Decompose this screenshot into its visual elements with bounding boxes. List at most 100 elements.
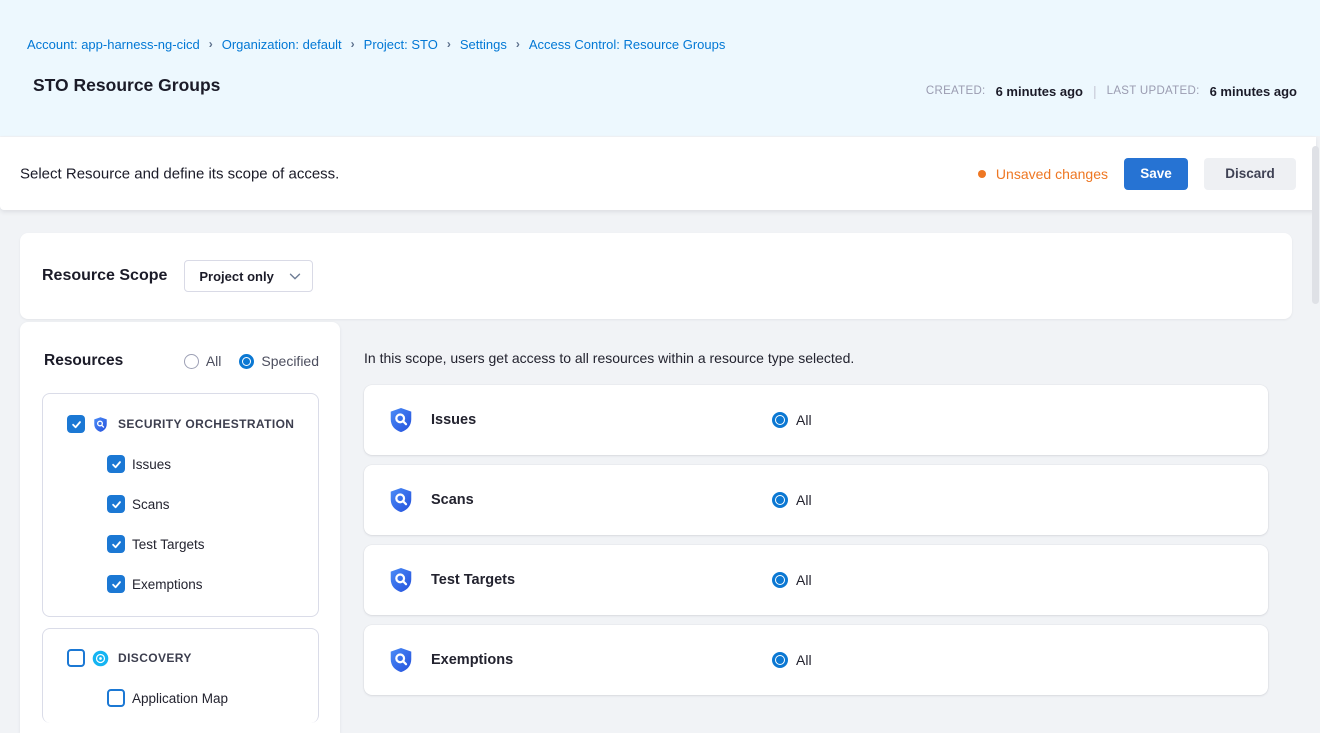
resource-groups-page: Account: app-harness-ng-cicd › Organizat… [0, 0, 1320, 733]
toolbar-description: Select Resource and define its scope of … [20, 165, 339, 182]
resource-row-inner: Issues All [364, 385, 1268, 455]
row-access-label[interactable]: All [796, 652, 812, 668]
group-label-discovery[interactable]: DISCOVERY [118, 651, 192, 665]
resources-panel-header: Resources All Specified [44, 352, 319, 370]
breadcrumb-access-control[interactable]: Access Control: Resource Groups [529, 37, 726, 52]
resource-row-inner: Exemptions All [364, 625, 1268, 695]
resource-scope-selected-value: Project only [199, 269, 273, 284]
radio-specified-label[interactable]: Specified [261, 353, 319, 369]
check-icon [111, 499, 122, 510]
save-button[interactable]: Save [1124, 158, 1188, 190]
resources-panel: Resources All Specified [20, 322, 340, 733]
created-label: CREATED: [926, 85, 986, 97]
sto-shield-icon [387, 566, 415, 594]
resource-scope-label: Resource Scope [42, 267, 167, 285]
unsaved-dot-icon [978, 170, 986, 178]
resource-scope-dropdown[interactable]: Project only [184, 260, 313, 292]
scope-info-text: In this scope, users get access to all r… [364, 350, 854, 366]
checkbox-test-targets[interactable] [107, 535, 125, 553]
radio-specified[interactable]: Specified [239, 353, 319, 369]
page-header: Account: app-harness-ng-cicd › Organizat… [0, 0, 1320, 136]
resource-item-exemptions: Exemptions [107, 575, 203, 593]
chevron-right-icon: › [516, 37, 520, 51]
resource-row-test-targets: Test Targets All [364, 545, 1268, 615]
check-icon [111, 579, 122, 590]
row-access-issues[interactable]: All [772, 412, 812, 428]
created-value: 6 minutes ago [996, 84, 1083, 99]
discard-button[interactable]: Discard [1204, 158, 1296, 190]
page-title: STO Resource Groups [33, 75, 220, 96]
breadcrumb-organization[interactable]: Organization: default [222, 37, 342, 52]
label-exemptions[interactable]: Exemptions [132, 577, 203, 592]
check-icon [111, 539, 122, 550]
checkbox-scans[interactable] [107, 495, 125, 513]
last-updated-label: LAST UPDATED: [1107, 85, 1200, 97]
row-label-issues: Issues [431, 412, 772, 428]
row-access-exemptions[interactable]: All [772, 652, 812, 668]
last-updated-value: 6 minutes ago [1210, 84, 1297, 99]
group-label-security-orchestration[interactable]: SECURITY ORCHESTRATION [118, 417, 294, 431]
label-test-targets[interactable]: Test Targets [132, 537, 205, 552]
checkbox-issues[interactable] [107, 455, 125, 473]
resource-item-application-map: Application Map [107, 689, 228, 707]
sto-shield-icon [92, 416, 109, 433]
radio-all-selected-icon[interactable] [772, 572, 788, 588]
radio-all-selected-icon[interactable] [772, 492, 788, 508]
resource-row-scans: Scans All [364, 465, 1268, 535]
breadcrumb: Account: app-harness-ng-cicd › Organizat… [27, 37, 725, 52]
row-access-label[interactable]: All [796, 492, 812, 508]
group-header-discovery: DISCOVERY [67, 649, 192, 667]
action-toolbar: Select Resource and define its scope of … [0, 137, 1316, 210]
group-header-security-orchestration: SECURITY ORCHESTRATION [67, 415, 294, 433]
resource-item-issues: Issues [107, 455, 171, 473]
vertical-scrollbar-thumb[interactable] [1312, 146, 1319, 304]
row-label-test-targets: Test Targets [431, 572, 772, 588]
check-icon [71, 419, 82, 430]
group-discovery: DISCOVERY Application Map [42, 628, 319, 723]
meta-divider: | [1093, 83, 1097, 99]
resource-row-inner: Test Targets All [364, 545, 1268, 615]
discovery-icon [92, 650, 109, 667]
resource-scope-inner: Resource Scope Project only [20, 233, 1292, 319]
sto-shield-icon [387, 486, 415, 514]
row-label-scans: Scans [431, 492, 772, 508]
header-meta: CREATED: 6 minutes ago | LAST UPDATED: 6… [926, 83, 1297, 99]
label-application-map[interactable]: Application Map [132, 691, 228, 706]
radio-all-selected-icon[interactable] [772, 412, 788, 428]
resources-title: Resources [44, 352, 123, 370]
label-issues[interactable]: Issues [132, 457, 171, 472]
chevron-down-icon [289, 273, 301, 280]
row-access-label[interactable]: All [796, 572, 812, 588]
resources-mode-radios: All Specified [184, 353, 319, 369]
chevron-right-icon: › [209, 37, 213, 51]
breadcrumb-settings[interactable]: Settings [460, 37, 507, 52]
radio-all-label[interactable]: All [206, 353, 222, 369]
resource-row-exemptions: Exemptions All [364, 625, 1268, 695]
checkbox-security-orchestration[interactable] [67, 415, 85, 433]
chevron-right-icon: › [447, 37, 451, 51]
radio-all-icon[interactable] [184, 354, 199, 369]
sto-shield-icon [387, 646, 415, 674]
checkbox-discovery[interactable] [67, 649, 85, 667]
label-scans[interactable]: Scans [132, 497, 170, 512]
toolbar-actions: Unsaved changes Save Discard [978, 158, 1296, 190]
breadcrumb-project[interactable]: Project: STO [364, 37, 438, 52]
row-access-scans[interactable]: All [772, 492, 812, 508]
unsaved-changes-indicator: Unsaved changes [978, 166, 1108, 182]
row-access-label[interactable]: All [796, 412, 812, 428]
radio-all[interactable]: All [184, 353, 222, 369]
checkbox-exemptions[interactable] [107, 575, 125, 593]
row-access-test-targets[interactable]: All [772, 572, 812, 588]
unsaved-changes-label: Unsaved changes [996, 166, 1108, 182]
checkbox-application-map[interactable] [107, 689, 125, 707]
resource-item-scans: Scans [107, 495, 170, 513]
chevron-right-icon: › [351, 37, 355, 51]
resource-row-inner: Scans All [364, 465, 1268, 535]
check-icon [111, 459, 122, 470]
breadcrumb-account[interactable]: Account: app-harness-ng-cicd [27, 37, 200, 52]
row-label-exemptions: Exemptions [431, 652, 772, 668]
radio-specified-icon[interactable] [239, 354, 254, 369]
group-security-orchestration: SECURITY ORCHESTRATION Issues Scans Test… [42, 393, 319, 617]
sto-shield-icon [387, 406, 415, 434]
radio-all-selected-icon[interactable] [772, 652, 788, 668]
